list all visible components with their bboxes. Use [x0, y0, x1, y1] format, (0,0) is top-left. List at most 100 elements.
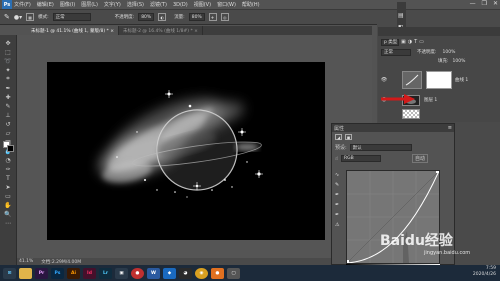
close-button[interactable]: ✕: [493, 0, 498, 7]
taskbar-word-icon[interactable]: W: [147, 267, 160, 279]
shape-filter-icon[interactable]: ▭: [419, 39, 424, 45]
opacity-input[interactable]: 80%: [138, 13, 155, 21]
taskbar-blue-app-icon[interactable]: ◆: [163, 267, 176, 279]
more-tools-icon[interactable]: ⋯: [2, 219, 14, 227]
minimize-button[interactable]: —: [470, 0, 476, 7]
curve-point[interactable]: [346, 260, 349, 263]
layer-filter-select[interactable]: p 类型: [381, 38, 399, 46]
eyedropper-black-icon[interactable]: ✒: [335, 192, 339, 198]
tab-document-1[interactable]: 未标题-1 @ 41.1% (曲线 1, 蒙版/8) * ×: [27, 26, 119, 35]
layer-fill-value[interactable]: 100%: [453, 59, 466, 64]
taskbar-lightroom-icon[interactable]: Lr: [99, 267, 112, 279]
layer-row-background[interactable]: [378, 108, 500, 120]
menu-type[interactable]: 文字(Y): [104, 1, 121, 8]
taskbar-orange-app-icon[interactable]: ●: [211, 267, 224, 279]
layer-row-curves[interactable]: 👁 曲线 1: [378, 68, 500, 92]
taskbar-red-app-icon[interactable]: ●: [131, 267, 144, 279]
curve-glyph-icon: [405, 74, 419, 86]
panel-header-strip: [378, 27, 500, 36]
crop-tool-icon[interactable]: ⌗: [2, 75, 14, 83]
pressure-opacity-icon[interactable]: ◐: [158, 13, 167, 21]
lasso-tool-icon[interactable]: ➰: [2, 57, 14, 65]
menu-file[interactable]: 文件(F): [14, 1, 31, 8]
brush-panel-icon[interactable]: ▦: [26, 13, 35, 21]
background-color-swatch[interactable]: [7, 145, 14, 152]
start-button[interactable]: ⊞: [3, 267, 16, 279]
clip-warning-icon[interactable]: ⚠: [335, 222, 339, 228]
layer-name-curves[interactable]: 曲线 1: [455, 77, 468, 83]
layer-mask-thumbnail[interactable]: [426, 71, 452, 89]
move-tool-icon[interactable]: ✥: [2, 39, 14, 47]
menu-3d[interactable]: 3D(D): [173, 2, 188, 8]
pencil-draw-icon[interactable]: ✎: [335, 182, 339, 188]
menu-edit[interactable]: 编辑(E): [37, 1, 54, 8]
brush-preset-icon[interactable]: ●▾: [14, 14, 22, 21]
auto-button[interactable]: 自动: [412, 154, 429, 163]
flow-input[interactable]: 80%: [188, 13, 205, 21]
menu-view[interactable]: 视图(V): [194, 1, 211, 8]
mask-icon[interactable]: ◼: [345, 134, 352, 140]
artwork-image: [47, 62, 325, 240]
layer-fill-label: 填充:: [438, 59, 449, 64]
visibility-eye-icon[interactable]: 👁: [380, 77, 388, 83]
history-brush-tool-icon[interactable]: ↺: [2, 120, 14, 128]
marquee-tool-icon[interactable]: ⬚: [2, 48, 14, 56]
menu-select[interactable]: 选择(S): [127, 1, 144, 8]
eraser-tool-icon[interactable]: ▱: [2, 129, 14, 137]
zoom-tool-icon[interactable]: 🔍: [2, 210, 14, 218]
mode-select[interactable]: 正常: [52, 13, 91, 21]
adjustment-filter-icon[interactable]: ◑: [408, 39, 412, 45]
taskbar-qq-icon[interactable]: ◕: [179, 267, 192, 279]
healing-tool-icon[interactable]: ✚: [2, 93, 14, 101]
zoom-level[interactable]: 41.1%: [19, 259, 33, 264]
maximize-button[interactable]: ❐: [482, 0, 487, 7]
mode-label: 模式:: [38, 15, 49, 20]
preset-select[interactable]: 默认: [349, 144, 412, 151]
curve-point[interactable]: [436, 170, 439, 173]
stamp-tool-icon[interactable]: ⊥: [2, 111, 14, 119]
taskbar-media-icon[interactable]: ▣: [115, 267, 128, 279]
panel-menu-icon[interactable]: ≡: [448, 125, 452, 131]
hand-tool-icon[interactable]: ✋: [2, 201, 14, 209]
brush-tool-icon[interactable]: ✎: [2, 102, 14, 110]
shape-tool-icon[interactable]: ▭: [2, 192, 14, 200]
dodge-tool-icon[interactable]: ◔: [2, 156, 14, 164]
properties-header: 属性 ≡: [332, 124, 454, 132]
taskbar-illustrator-icon[interactable]: Ai: [67, 267, 80, 279]
taskbar-indesign-icon[interactable]: Id: [83, 267, 96, 279]
document-tabs: 未标题-1 @ 41.1% (曲线 1, 蒙版/8) * × 未标题-2 @ 1…: [27, 26, 372, 35]
taskbar-photoshop-icon[interactable]: Ps: [51, 267, 64, 279]
taskbar-grey-app-icon[interactable]: ▢: [227, 267, 240, 279]
channel-select[interactable]: RGB: [341, 155, 382, 162]
history-panel-icon[interactable]: ▤: [398, 12, 404, 19]
taskbar-chrome-icon[interactable]: ◉: [195, 267, 208, 279]
flow-label: 流量:: [174, 15, 185, 20]
menu-help[interactable]: 帮助(H): [242, 1, 260, 8]
eyedropper-tool-icon[interactable]: ✒: [2, 84, 14, 92]
menu-window[interactable]: 窗口(W): [217, 1, 236, 8]
airbrush-icon[interactable]: ✈: [208, 13, 217, 21]
taskbar-premiere-icon[interactable]: Pr: [35, 267, 48, 279]
menu-filter[interactable]: 滤镜(T): [150, 1, 167, 8]
tab-document-2[interactable]: 未标题-2 @ 16.4% (曲线 1/8#) * ×: [119, 26, 203, 35]
menu-image[interactable]: 图像(I): [60, 1, 75, 8]
brush-tool-icon[interactable]: ✎: [4, 13, 10, 21]
pen-tool-icon[interactable]: ✑: [2, 165, 14, 173]
menu-layer[interactable]: 图层(L): [81, 1, 98, 8]
type-filter-icon[interactable]: T: [414, 39, 417, 45]
type-tool-icon[interactable]: T: [2, 174, 14, 182]
taskbar-explorer-icon[interactable]: [19, 267, 32, 279]
pressure-size-icon[interactable]: ◎: [220, 13, 229, 21]
layer-name-image[interactable]: 图层 1: [424, 97, 437, 103]
layer-blend-mode-select[interactable]: 正常: [381, 48, 411, 56]
eyedropper-white-icon[interactable]: ✒: [335, 212, 339, 218]
quick-select-tool-icon[interactable]: ✦: [2, 66, 14, 74]
target-adjust-icon[interactable]: ☝: [335, 156, 338, 162]
layer-opacity-value[interactable]: 100%: [443, 50, 456, 55]
document-canvas[interactable]: [47, 62, 325, 240]
pixel-filter-icon[interactable]: ▣: [401, 39, 406, 45]
curve-edit-icon[interactable]: ∿: [335, 172, 339, 178]
system-tray-clock[interactable]: 7:59 2020/4/26: [473, 266, 496, 278]
path-select-tool-icon[interactable]: ➤: [2, 183, 14, 191]
eyedropper-gray-icon[interactable]: ✒: [335, 202, 339, 208]
